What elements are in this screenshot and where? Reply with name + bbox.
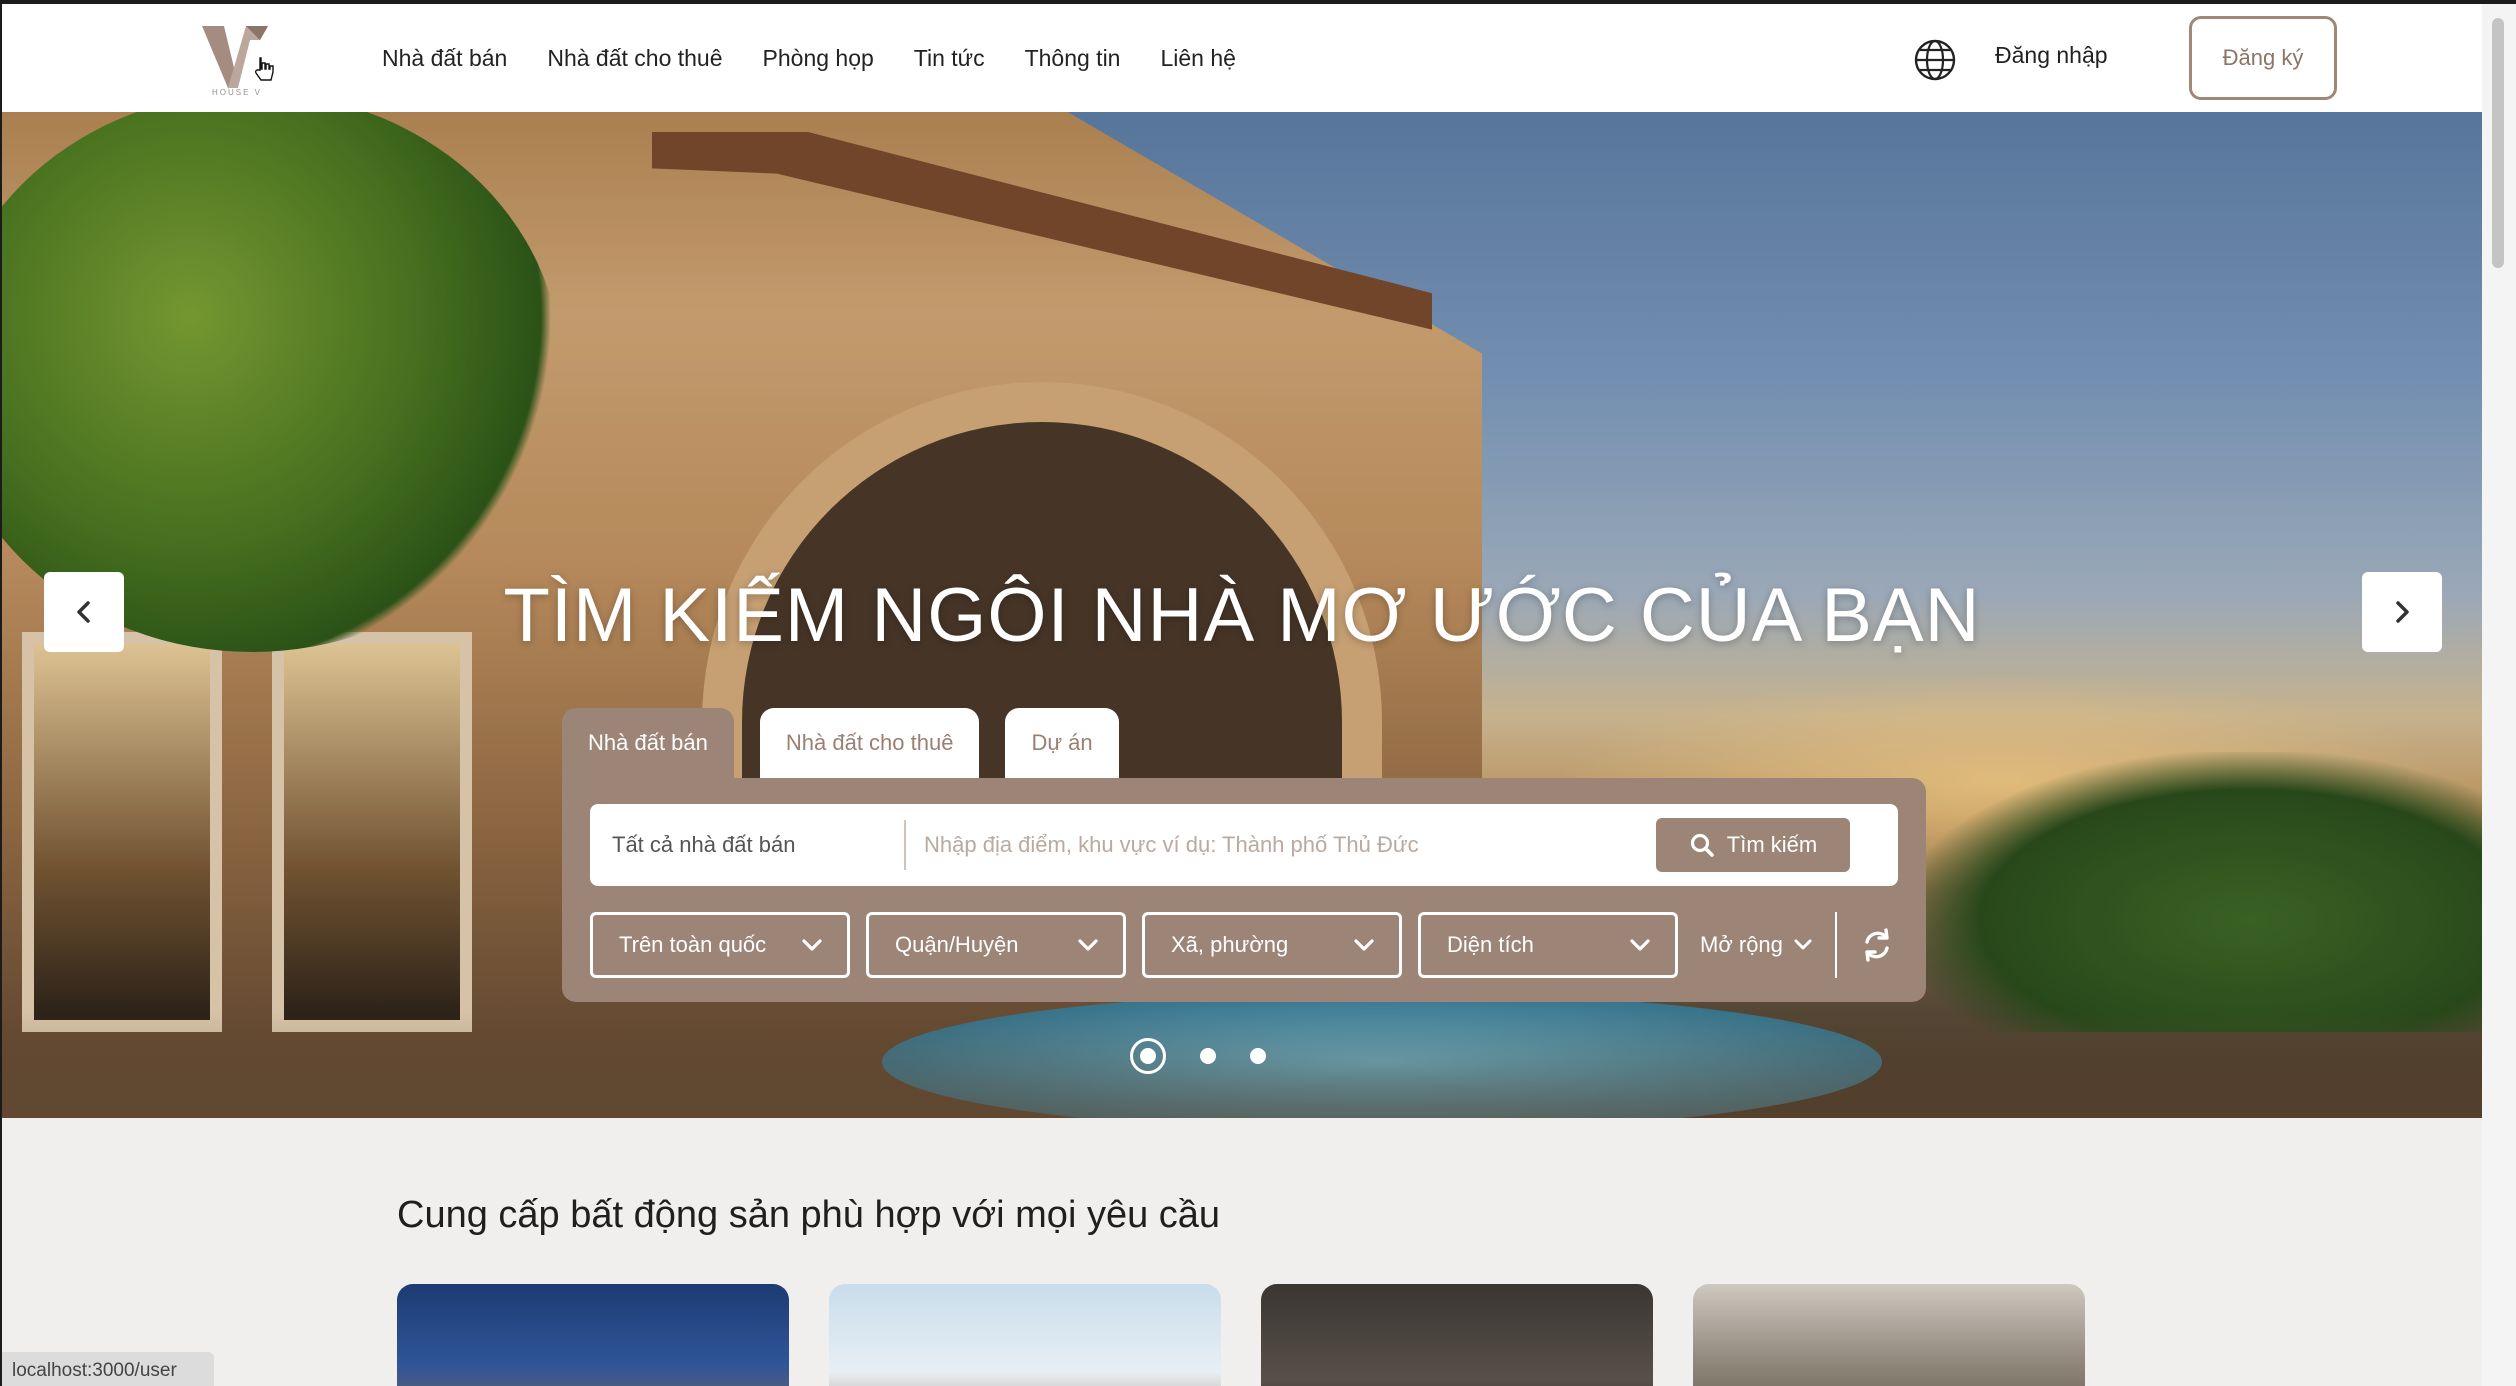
main-nav: Nhà đất bán Nhà đất cho thuê Phòng họp T…	[382, 4, 1236, 112]
area-dropdown[interactable]: Diện tích	[1418, 912, 1678, 978]
property-card-image[interactable]	[829, 1284, 1221, 1386]
nav-nha-dat-ban[interactable]: Nhà đất bán	[382, 45, 507, 72]
section-title: Cung cấp bất động sản phù hợp với mọi yê…	[397, 1194, 1221, 1236]
expand-filters-button[interactable]: Mở rộng	[1700, 932, 1813, 958]
carousel-dot-2[interactable]	[1200, 1048, 1216, 1064]
province-dropdown[interactable]: Trên toàn quốc	[590, 912, 850, 978]
nav-nha-dat-cho-thue[interactable]: Nhà đất cho thuê	[547, 45, 722, 72]
ward-dropdown-label: Xã, phường	[1171, 932, 1289, 957]
filter-separator	[1834, 912, 1837, 978]
nav-phong-hop[interactable]: Phòng họp	[763, 45, 874, 72]
area-dropdown-label: Diện tích	[1447, 932, 1534, 957]
search-tabs: Nhà đất bán Nhà đất cho thuê Dự án	[562, 708, 1119, 778]
register-button[interactable]: Đăng ký	[2189, 16, 2337, 100]
page-scrollbar[interactable]	[2482, 4, 2516, 1386]
property-card-image[interactable]	[397, 1284, 789, 1386]
chevron-down-icon	[1354, 939, 1374, 951]
province-dropdown-label: Trên toàn quốc	[619, 932, 767, 957]
hero-carousel: TÌM KIẾM NGÔI NHÀ MƠ ƯỚC CỦA BẠN Nhà đất…	[2, 112, 2482, 1118]
property-cards	[397, 1284, 2085, 1386]
chevron-down-icon	[1078, 939, 1098, 951]
carousel-indicators	[1130, 1038, 1266, 1074]
tab-du-an[interactable]: Dự án	[1005, 708, 1119, 778]
district-dropdown-label: Quận/Huyện	[895, 932, 1019, 957]
carousel-dot-1[interactable]	[1130, 1038, 1166, 1074]
hero-headline: TÌM KIẾM NGÔI NHÀ MƠ ƯỚC CỦA BẠN	[503, 573, 1981, 658]
carousel-dot-3[interactable]	[1250, 1048, 1266, 1064]
ward-dropdown[interactable]: Xã, phường	[1142, 912, 1402, 978]
logo-text: HOUSE V	[212, 88, 263, 97]
property-type-select[interactable]: Tất cả nhà đất bán	[612, 804, 795, 886]
filter-row: Trên toàn quốc Quận/Huyện Xã, phường Diệ…	[590, 912, 1901, 978]
scrollbar-thumb[interactable]	[2492, 18, 2504, 268]
expand-filters-label: Mở rộng	[1700, 932, 1783, 957]
property-card-image[interactable]	[1693, 1284, 2085, 1386]
page: HOUSE V Nhà đất bán Nhà đất cho thuê Phò…	[2, 4, 2482, 1386]
property-card-image[interactable]	[1261, 1284, 1653, 1386]
chevron-down-icon	[1794, 939, 1812, 950]
search-panel: Tất cả nhà đất bán Tìm kiếm Trên toàn qu…	[562, 778, 1926, 1002]
browser-status-url: localhost:3000/user	[2, 1352, 214, 1386]
tab-nha-dat-cho-thue[interactable]: Nhà đất cho thuê	[759, 708, 980, 778]
search-button[interactable]: Tìm kiếm	[1656, 818, 1850, 872]
nav-thong-tin[interactable]: Thông tin	[1025, 45, 1121, 72]
district-dropdown[interactable]: Quận/Huyện	[866, 912, 1126, 978]
reset-filters-button[interactable]	[1853, 921, 1901, 969]
search-icon	[1690, 833, 1714, 857]
search-button-label: Tìm kiếm	[1726, 832, 1818, 857]
top-navbar: HOUSE V Nhà đất bán Nhà đất cho thuê Phò…	[2, 4, 2482, 112]
login-link[interactable]: Đăng nhập	[1995, 42, 2108, 69]
globe-icon[interactable]	[1913, 38, 1957, 82]
nav-tin-tuc[interactable]: Tin tức	[914, 45, 985, 72]
chevron-down-icon	[802, 939, 822, 951]
location-search-input[interactable]	[924, 822, 1624, 868]
refresh-icon	[1865, 928, 1889, 962]
chevron-down-icon	[1630, 939, 1650, 951]
search-divider	[904, 820, 906, 870]
nav-lien-he[interactable]: Liên hệ	[1160, 45, 1235, 72]
search-bar: Tất cả nhà đất bán Tìm kiếm	[590, 804, 1898, 886]
tab-nha-dat-ban[interactable]: Nhà đất bán	[562, 708, 734, 778]
